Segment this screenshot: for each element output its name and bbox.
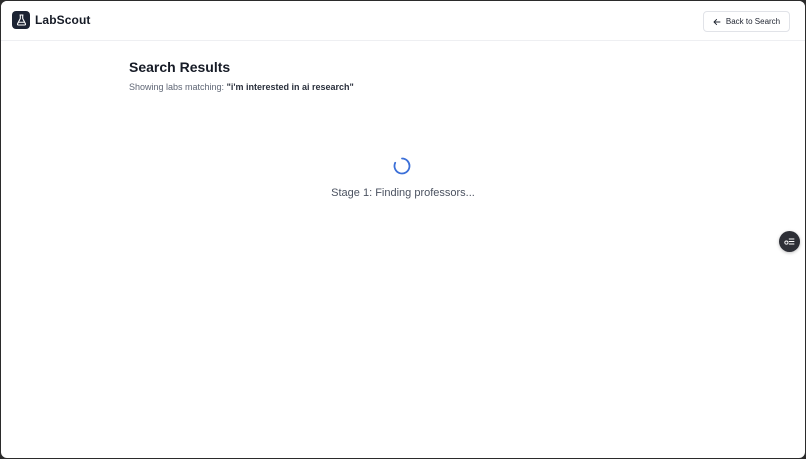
arrow-left-icon: [713, 18, 721, 26]
top-navbar: LabScout Back to Search: [1, 1, 805, 41]
loading-spinner-icon: [393, 157, 411, 175]
brand-name[interactable]: LabScout: [35, 13, 90, 27]
app-window: LabScout Back to Search Search Results S…: [1, 1, 805, 458]
back-to-search-button[interactable]: Back to Search: [703, 11, 790, 32]
back-button-label: Back to Search: [725, 17, 781, 26]
settings-toggle-icon: [784, 233, 795, 251]
search-query-summary: Showing labs matching: "i'm interested i…: [129, 82, 354, 92]
search-query: "i'm interested in ai research": [226, 82, 354, 92]
page-title: Search Results: [129, 59, 231, 75]
subtitle-prefix: Showing labs matching:: [129, 82, 227, 92]
flask-icon[interactable]: [12, 11, 30, 29]
settings-toggle-button[interactable]: [779, 231, 800, 252]
loading-status: Stage 1: Finding professors...: [331, 187, 475, 199]
